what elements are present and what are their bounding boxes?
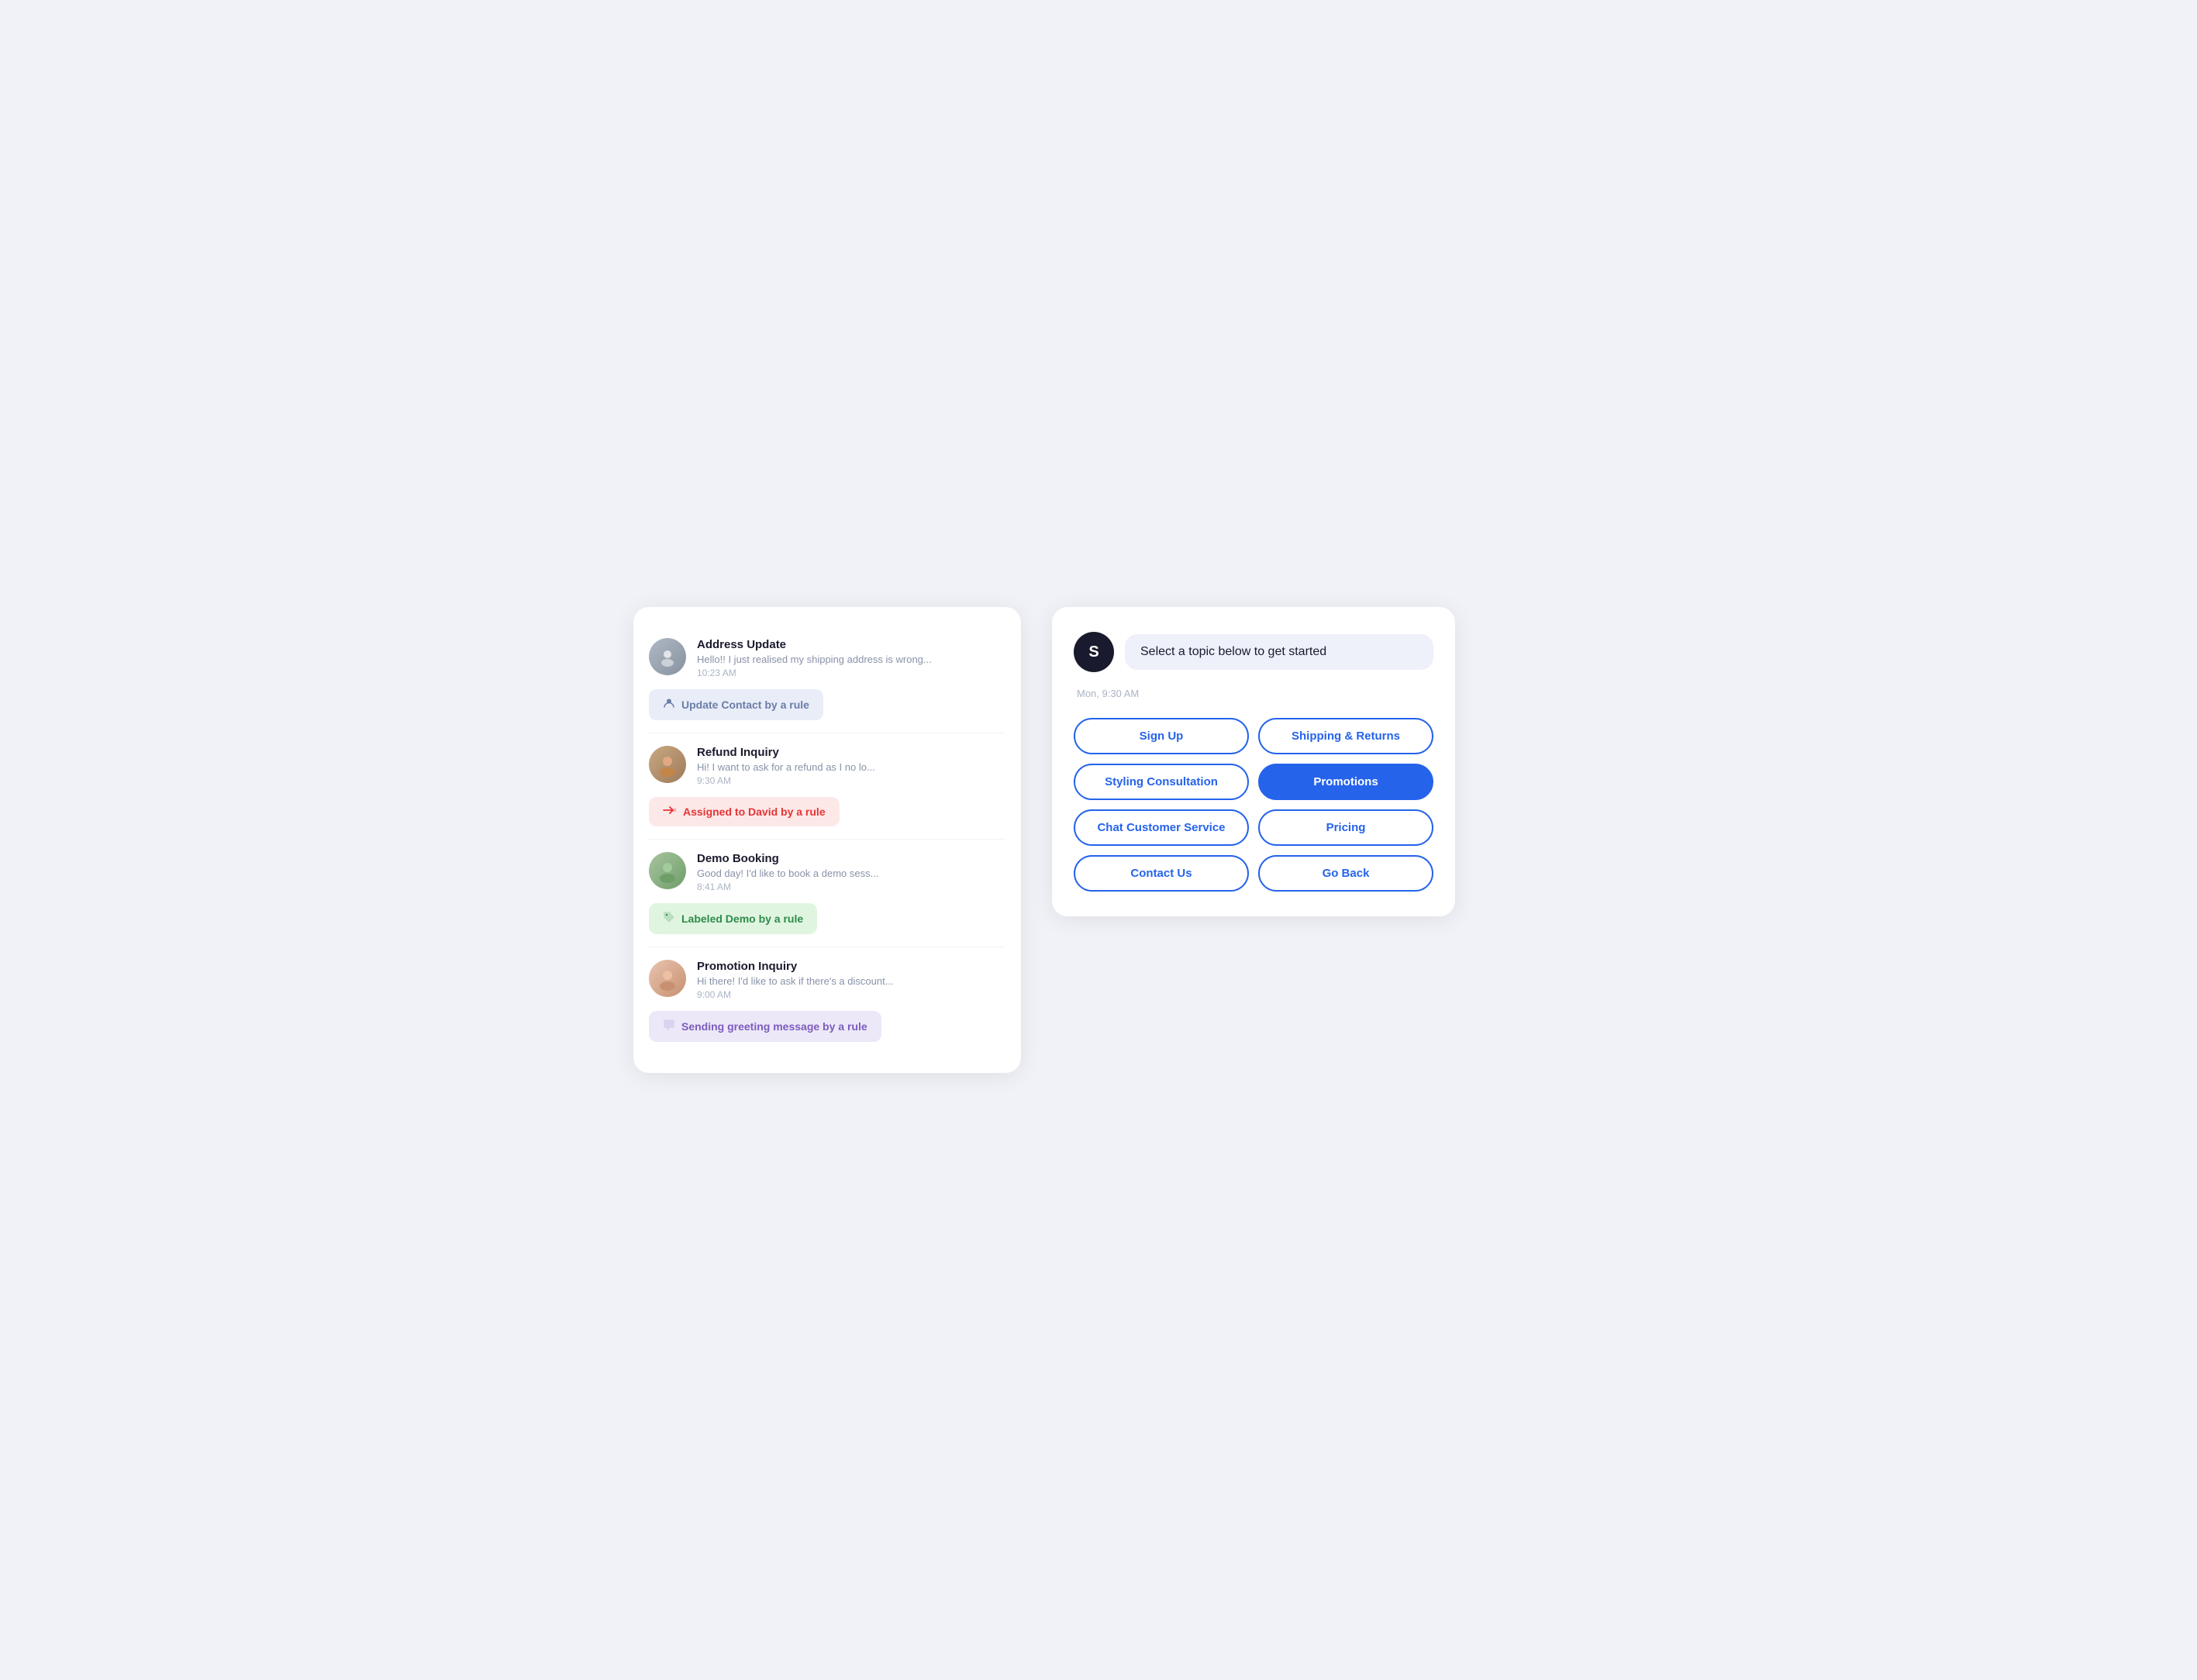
chat-bot-avatar: S: [1074, 632, 1114, 672]
topic-btn-promotions[interactable]: Promotions: [1258, 764, 1433, 800]
chat-timestamp: Mon, 9:30 AM: [1077, 688, 1433, 699]
conv-content-address-update: Address Update Hello!! I just realised m…: [697, 638, 1005, 678]
rule-badge-text: Sending greeting message by a rule: [681, 1020, 867, 1033]
conv-preview: Hello!! I just realised my shipping addr…: [697, 654, 1005, 665]
chat-avatar-letter: S: [1088, 643, 1098, 661]
topic-btn-chat-customer-service[interactable]: Chat Customer Service: [1074, 809, 1249, 846]
conv-time: 8:41 AM: [697, 881, 1005, 892]
chat-icon: [663, 1019, 675, 1034]
conv-title: Promotion Inquiry: [697, 960, 1005, 973]
rule-badge-text: Assigned to David by a rule: [683, 806, 826, 818]
conv-time: 9:30 AM: [697, 775, 1005, 786]
avatar-demo-booking: [649, 852, 686, 889]
conv-time: 9:00 AM: [697, 989, 1005, 1000]
topic-btn-contact-us[interactable]: Contact Us: [1074, 855, 1249, 892]
conv-content-demo-booking: Demo Booking Good day! I'd like to book …: [697, 852, 1005, 892]
arrow-person-icon: [663, 805, 677, 819]
conv-header: Demo Booking Good day! I'd like to book …: [649, 852, 1005, 892]
rule-badge-sending-greeting: Sending greeting message by a rule: [649, 1011, 881, 1042]
conversation-list: Address Update Hello!! I just realised m…: [633, 607, 1021, 1073]
chat-header: S Select a topic below to get started: [1074, 632, 1433, 672]
conv-preview: Good day! I'd like to book a demo sess..…: [697, 868, 1005, 879]
conv-header: Promotion Inquiry Hi there! I'd like to …: [649, 960, 1005, 1000]
avatar-refund-inquiry: [649, 746, 686, 783]
conv-preview: Hi there! I'd like to ask if there's a d…: [697, 975, 1005, 987]
chat-widget: S Select a topic below to get started Mo…: [1052, 607, 1455, 916]
topic-btn-sign-up[interactable]: Sign Up: [1074, 718, 1249, 754]
topic-btn-go-back[interactable]: Go Back: [1258, 855, 1433, 892]
topic-btn-shipping-returns[interactable]: Shipping & Returns: [1258, 718, 1433, 754]
conversation-item-refund-inquiry[interactable]: Refund Inquiry Hi! I want to ask for a r…: [649, 733, 1005, 840]
topic-btn-styling-consultation[interactable]: Styling Consultation: [1074, 764, 1249, 800]
rule-badge-text: Labeled Demo by a rule: [681, 912, 803, 925]
topic-btn-pricing[interactable]: Pricing: [1258, 809, 1433, 846]
conv-preview: Hi! I want to ask for a refund as I no l…: [697, 761, 1005, 773]
avatar-address-update: [649, 638, 686, 675]
conversation-item-demo-booking[interactable]: Demo Booking Good day! I'd like to book …: [649, 840, 1005, 947]
conversation-item-promotion-inquiry[interactable]: Promotion Inquiry Hi there! I'd like to …: [649, 947, 1005, 1054]
conv-title: Address Update: [697, 638, 1005, 651]
topics-grid: Sign Up Shipping & Returns Styling Consu…: [1074, 718, 1433, 892]
conv-header: Refund Inquiry Hi! I want to ask for a r…: [649, 746, 1005, 786]
conv-content-refund-inquiry: Refund Inquiry Hi! I want to ask for a r…: [697, 746, 1005, 786]
chat-bubble: Select a topic below to get started: [1125, 634, 1433, 670]
rule-badge-update-contact: Update Contact by a rule: [649, 689, 823, 720]
conv-header: Address Update Hello!! I just realised m…: [649, 638, 1005, 678]
main-container: Address Update Hello!! I just realised m…: [633, 607, 1564, 1073]
tag-icon: [663, 911, 675, 926]
conv-time: 10:23 AM: [697, 668, 1005, 678]
rule-badge-assigned-david: Assigned to David by a rule: [649, 797, 840, 826]
avatar-promotion-inquiry: [649, 960, 686, 997]
conv-content-promotion-inquiry: Promotion Inquiry Hi there! I'd like to …: [697, 960, 1005, 1000]
person-icon: [663, 697, 675, 712]
conv-title: Refund Inquiry: [697, 746, 1005, 759]
rule-badge-text: Update Contact by a rule: [681, 699, 809, 711]
conversation-item-address-update[interactable]: Address Update Hello!! I just realised m…: [649, 626, 1005, 733]
rule-badge-labeled-demo: Labeled Demo by a rule: [649, 903, 817, 934]
conv-title: Demo Booking: [697, 852, 1005, 865]
